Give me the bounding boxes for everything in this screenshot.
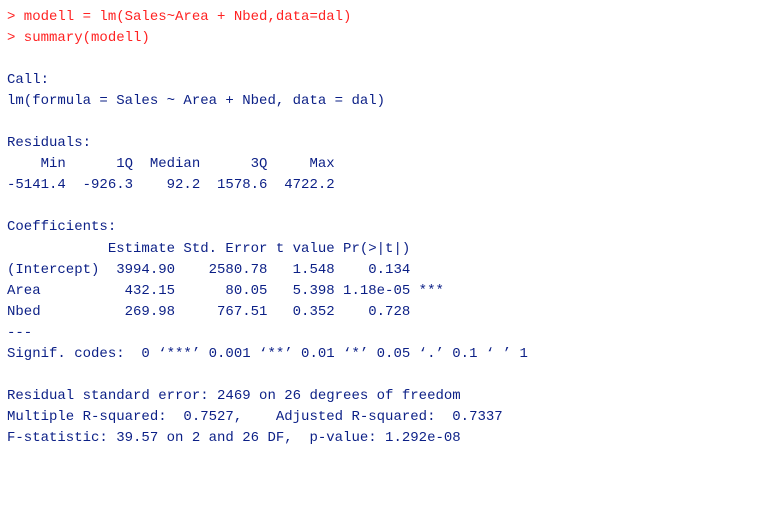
r-squared-line: Multiple R-squared: 0.7527, Adjusted R-s… (7, 408, 512, 425)
separator-line: --- (7, 324, 33, 341)
coefficients-row-intercept: (Intercept) 3994.90 2580.78 1.548 0.134 (7, 261, 444, 278)
r-console-output: > modell = lm(Sales~Area + Nbed,data=dal… (0, 0, 775, 521)
call-formula: lm(formula = Sales ~ Area + Nbed, data =… (7, 93, 386, 110)
console-input-line: > summary(modell) (7, 30, 150, 47)
residual-standard-error-line: Residual standard error: 2469 on 26 degr… (7, 387, 461, 404)
residuals-header: Residuals: (7, 135, 92, 152)
call-header: Call: (7, 72, 50, 89)
console-input-line: > modell = lm(Sales~Area + Nbed,data=dal… (7, 9, 352, 25)
signif-codes-line: Signif. codes: 0 ‘***’ 0.001 ‘**’ 0.01 ‘… (7, 345, 528, 362)
f-statistic-line: F-statistic: 39.57 on 2 and 26 DF, p-val… (7, 429, 461, 446)
residuals-quantile-values: -5141.4 -926.3 92.2 1578.6 4722.2 (7, 177, 344, 194)
coefficients-row-area: Area 432.15 80.05 5.398 1.18e-05 *** (7, 282, 444, 299)
residuals-quantile-labels: Min 1Q Median 3Q Max (7, 156, 344, 173)
coefficients-table-header: Estimate Std. Error t value Pr(>|t|) (7, 240, 444, 257)
coefficients-row-nbed: Nbed 269.98 767.51 0.352 0.728 (7, 303, 444, 320)
coefficients-header: Coefficients: (7, 219, 117, 236)
